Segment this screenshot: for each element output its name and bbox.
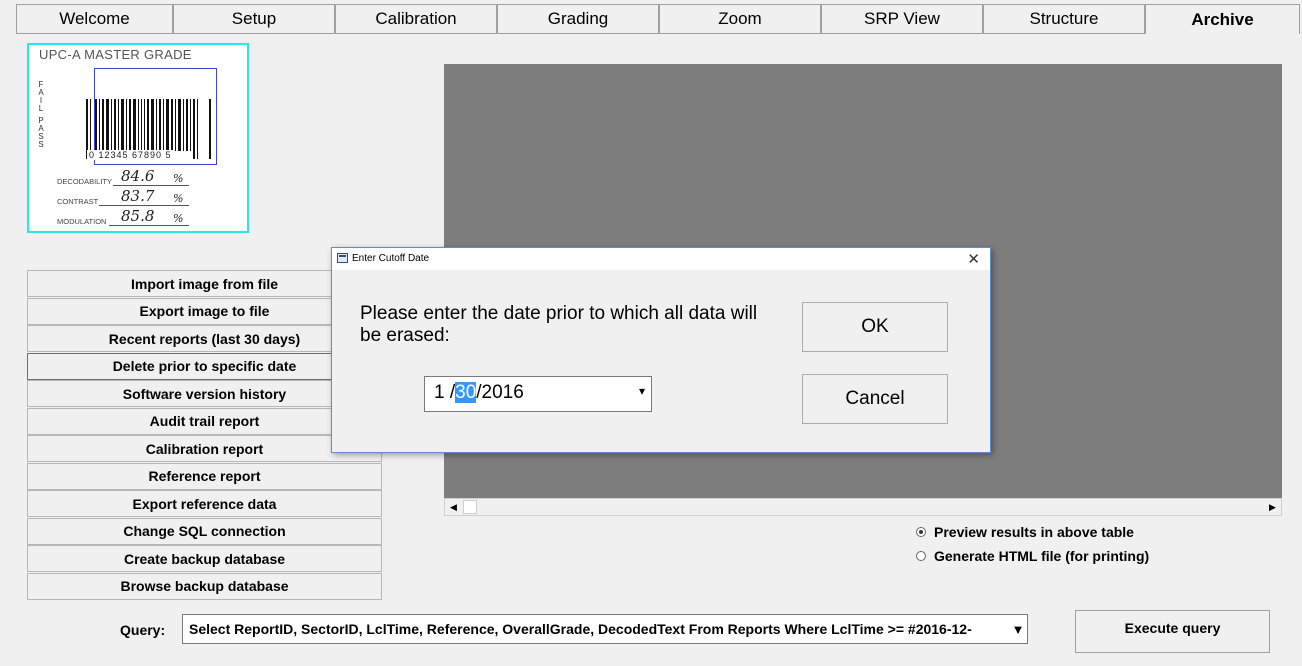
ok-button[interactable]: OK — [802, 302, 948, 352]
preview-results-label: Preview results in above table — [934, 524, 1134, 540]
query-text[interactable]: Select ReportID, SectorID, LclTime, Refe… — [189, 621, 1007, 637]
metric-line — [113, 185, 189, 186]
scroll-left-icon[interactable]: ◀ — [446, 500, 461, 514]
recent-reports-button[interactable]: Recent reports (last 30 days) — [27, 325, 382, 352]
preview-results-radio[interactable]: Preview results in above table — [916, 524, 1134, 540]
export-reference-button[interactable]: Export reference data — [27, 490, 382, 517]
change-sql-button[interactable]: Change SQL connection — [27, 517, 382, 545]
delete-prior-button[interactable]: Delete prior to specific date — [27, 352, 382, 380]
browse-backup-button[interactable]: Browse backup database — [27, 572, 382, 600]
dropdown-arrow-icon[interactable]: ▾ — [639, 384, 645, 398]
metric-label: CONTRAST — [57, 197, 99, 206]
cancel-button[interactable]: Cancel — [802, 374, 948, 424]
metric-unit: % — [173, 172, 184, 185]
barcode-title: UPC-A MASTER GRADE — [39, 47, 192, 62]
import-image-button[interactable]: Import image from file — [27, 270, 382, 297]
generate-html-radio[interactable]: Generate HTML file (for printing) — [916, 548, 1149, 564]
export-image-button[interactable]: Export image to file — [27, 297, 382, 325]
tab-srp-view[interactable]: SRP View — [821, 4, 983, 34]
date-value[interactable]: 1 /30/2016 — [434, 382, 524, 404]
close-icon[interactable]: ✕ — [967, 250, 980, 268]
dialog-title: Enter Cutoff Date — [352, 253, 430, 264]
pass-label: PASS — [38, 116, 44, 149]
scrollbar-thumb[interactable] — [463, 500, 477, 514]
dropdown-arrow-icon[interactable]: ▼ — [1010, 617, 1026, 641]
query-label: Query: — [120, 622, 166, 638]
tab-calibration[interactable]: Calibration — [335, 4, 497, 34]
tab-grading[interactable]: Grading — [497, 4, 659, 34]
barcode-digits: 0 12345 67890 5 — [87, 150, 174, 160]
archive-actions: Import image from file Export image to f… — [27, 270, 382, 600]
tab-structure[interactable]: Structure — [983, 4, 1145, 34]
cutoff-date-dialog: Enter Cutoff Date ✕ Please enter the dat… — [331, 247, 991, 453]
metric-value: 85.8 — [121, 207, 155, 225]
audit-trail-button[interactable]: Audit trail report — [27, 407, 382, 435]
metric-unit: % — [173, 212, 184, 225]
dialog-titlebar: Enter Cutoff Date ✕ — [332, 248, 990, 270]
fail-label: FAIL — [38, 80, 44, 113]
date-picker[interactable]: 1 /30/2016 ▾ — [424, 376, 652, 412]
horizontal-scrollbar[interactable]: ◀ ▶ — [444, 498, 1282, 516]
scroll-right-icon[interactable]: ▶ — [1265, 500, 1280, 514]
reference-report-button[interactable]: Reference report — [27, 462, 382, 490]
query-combo[interactable]: Select ReportID, SectorID, LclTime, Refe… — [182, 614, 1028, 644]
metric-unit: % — [173, 192, 184, 205]
date-day-segment[interactable]: 30 — [455, 382, 477, 403]
date-month[interactable]: 1 / — [434, 382, 455, 403]
generate-html-label: Generate HTML file (for printing) — [934, 548, 1150, 564]
tab-welcome[interactable]: Welcome — [16, 4, 173, 34]
tab-archive[interactable]: Archive — [1145, 4, 1300, 34]
radio-dot[interactable] — [916, 527, 926, 537]
metric-label: DECODABILITY — [57, 177, 113, 186]
create-backup-button[interactable]: Create backup database — [27, 545, 382, 572]
metric-label: MODULATION — [57, 217, 107, 226]
metric-line — [109, 225, 189, 226]
metric-value: 83.7 — [121, 187, 155, 205]
dialog-prompt: Please enter the date prior to which all… — [360, 303, 758, 346]
tab-setup[interactable]: Setup — [173, 4, 335, 34]
barcode-image: UPC-A MASTER GRADE FAIL PASS 0 12345 678… — [27, 43, 249, 233]
tab-zoom[interactable]: Zoom — [659, 4, 821, 34]
radio-dot[interactable] — [916, 551, 926, 561]
window-icon — [337, 253, 348, 263]
tab-bar: Welcome Setup Calibration Grading Zoom S… — [16, 4, 1300, 34]
date-year[interactable]: /2016 — [476, 382, 524, 403]
metric-value: 84.6 — [121, 167, 155, 185]
software-history-button[interactable]: Software version history — [27, 380, 382, 407]
metric-line — [99, 205, 189, 206]
calibration-report-button[interactable]: Calibration report — [27, 435, 382, 462]
execute-query-button[interactable]: Execute query — [1075, 610, 1270, 653]
